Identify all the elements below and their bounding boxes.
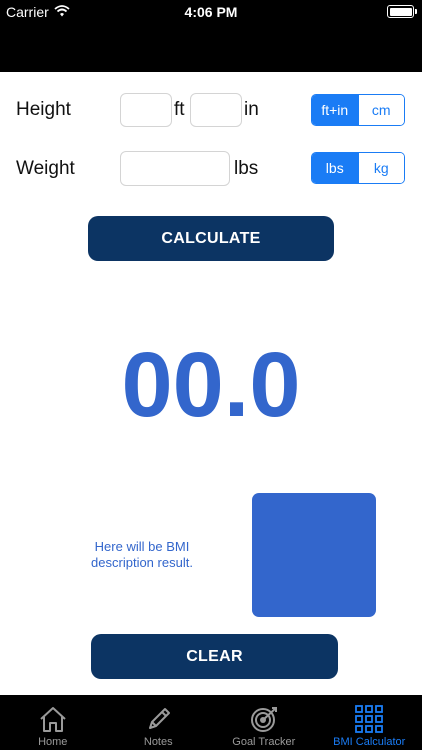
- tab-bmi-calculator[interactable]: BMI Calculator: [317, 695, 422, 750]
- inches-unit-label: in: [244, 99, 259, 120]
- height-feet-input[interactable]: [120, 93, 172, 127]
- weight-unit-kg[interactable]: kg: [357, 153, 404, 183]
- feet-unit-label: ft: [174, 99, 185, 120]
- weight-label: Weight: [16, 158, 75, 179]
- bmi-value: 00.0: [121, 334, 301, 436]
- clock: 4:06 PM: [184, 4, 238, 20]
- height-label: Height: [16, 99, 71, 120]
- weight-input[interactable]: [120, 151, 230, 186]
- weight-unit-lbs[interactable]: lbs: [312, 153, 358, 183]
- tab-goal-tracker[interactable]: Goal Tracker: [211, 695, 317, 750]
- height-unit-selector[interactable]: ft+in cm: [311, 94, 405, 126]
- height-unit-ft-in[interactable]: ft+in: [312, 95, 358, 125]
- bmi-description: Here will be BMI description result.: [91, 539, 193, 570]
- tab-home[interactable]: Home: [0, 695, 106, 750]
- bmi-color-indicator: [252, 493, 376, 617]
- status-bar: Carrier 4:06 PM: [0, 0, 422, 72]
- tab-label: Home: [38, 736, 68, 748]
- weight-unit-selector[interactable]: lbs kg: [311, 152, 405, 184]
- height-unit-cm[interactable]: cm: [357, 95, 404, 125]
- pencil-icon: [149, 708, 171, 729]
- clear-button[interactable]: CLEAR: [91, 634, 338, 679]
- grid-icon: [355, 705, 384, 733]
- target-icon: [250, 707, 277, 732]
- tab-label: Notes: [143, 736, 173, 748]
- calculate-button[interactable]: CALCULATE: [88, 216, 334, 261]
- battery-icon: [387, 5, 417, 18]
- weight-unit-label: lbs: [234, 158, 259, 179]
- tab-label: Goal Tracker: [232, 736, 296, 748]
- height-inches-input[interactable]: [190, 93, 242, 127]
- tab-notes[interactable]: Notes: [106, 695, 212, 750]
- tab-bar: Home Notes Goal Tracker BMI Calculator: [0, 695, 422, 750]
- tab-label: BMI Calculator: [333, 736, 406, 748]
- home-icon: [40, 707, 66, 732]
